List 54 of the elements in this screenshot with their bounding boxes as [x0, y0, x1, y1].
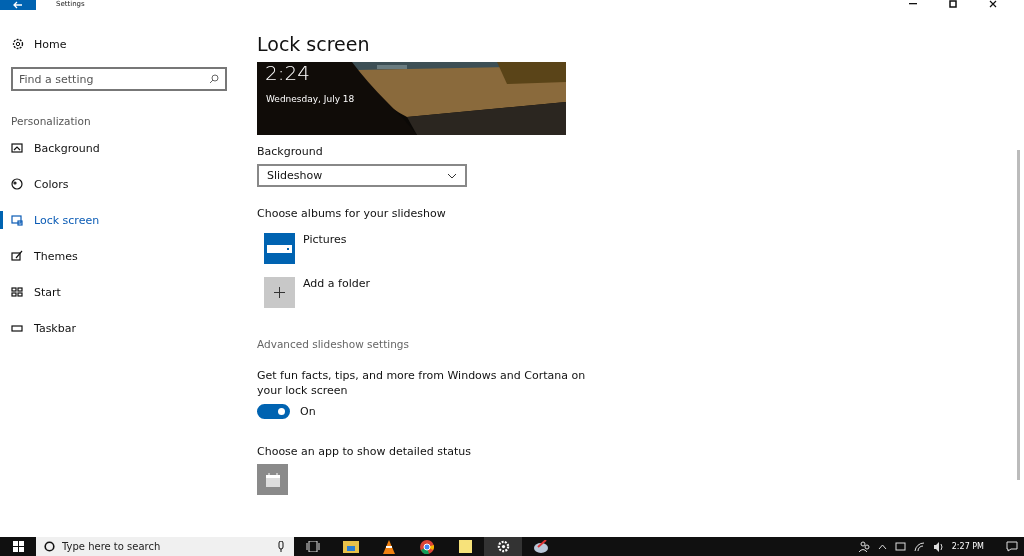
- add-folder-tile[interactable]: [264, 277, 295, 308]
- background-dropdown[interactable]: Slideshow: [257, 164, 467, 187]
- home-nav-item[interactable]: Home: [0, 36, 240, 52]
- lock-date: Wednesday, July 18: [266, 94, 355, 104]
- app-tile[interactable]: [257, 464, 288, 495]
- field-label: Background: [257, 145, 323, 158]
- wifi-icon[interactable]: [913, 541, 925, 552]
- lock-time: 2:24: [265, 62, 310, 84]
- notification-icon[interactable]: [1006, 541, 1018, 552]
- restore-button[interactable]: [948, 0, 958, 8]
- album-label: Add a folder: [303, 277, 370, 290]
- palette-icon: [11, 178, 23, 190]
- microphone-icon: [278, 541, 284, 552]
- section-heading: Personalization: [11, 115, 92, 127]
- clock-time: 2:27 PM: [951, 541, 984, 553]
- drive-icon: [267, 244, 292, 253]
- toggle-state: On: [300, 405, 316, 418]
- album-tile[interactable]: [264, 233, 295, 264]
- section-label: Choose an app to show detailed status: [257, 445, 471, 458]
- picture-frame-icon: [11, 142, 23, 154]
- people-icon[interactable]: [858, 541, 870, 552]
- sidebar-item[interactable]: Start: [0, 283, 240, 301]
- sidebar-item[interactable]: Background: [0, 139, 240, 157]
- settings-icon: [12, 38, 24, 50]
- tiles-icon: [11, 286, 23, 298]
- cortana-ring-icon: [44, 541, 55, 552]
- brush-icon: [11, 250, 23, 262]
- chevron-down-icon: [447, 172, 457, 179]
- windows-logo-icon: [12, 541, 24, 552]
- search-field[interactable]: Find a setting: [11, 67, 227, 91]
- taskbar-search-field[interactable]: Type here to search: [36, 537, 294, 556]
- calendar-icon: [264, 471, 281, 488]
- scrollbar[interactable]: [1017, 150, 1020, 480]
- toggle-switch[interactable]: [257, 404, 290, 419]
- sidebar-item[interactable]: Taskbar: [0, 319, 240, 337]
- sidebar-item[interactable]: Colors: [0, 175, 240, 193]
- monitor-lock-icon: [11, 214, 23, 226]
- back-button[interactable]: [0, 0, 36, 10]
- page-title: Lock screen: [257, 32, 370, 56]
- search-icon: [209, 74, 219, 84]
- battery-icon[interactable]: [894, 542, 906, 551]
- sidebar-item[interactable]: Lock screen: [0, 211, 240, 229]
- album-label: Pictures: [303, 233, 347, 246]
- plus-icon: [274, 287, 285, 298]
- settings-icon[interactable]: [484, 537, 522, 556]
- close-button[interactable]: [988, 0, 998, 8]
- back-arrow-icon: [13, 1, 23, 9]
- taskbar-icon: [11, 322, 23, 334]
- chevron-up-icon[interactable]: [877, 543, 887, 550]
- section-label: Choose albums for your slideshow: [257, 207, 446, 220]
- sidebar-item[interactable]: Themes: [0, 247, 240, 265]
- advanced-settings-link[interactable]: Advanced slideshow settings: [257, 338, 409, 350]
- setting-description: Get fun facts, tips, and more from Windows and Cortana on your lock screen: [257, 368, 587, 398]
- speaker-icon[interactable]: [932, 541, 944, 552]
